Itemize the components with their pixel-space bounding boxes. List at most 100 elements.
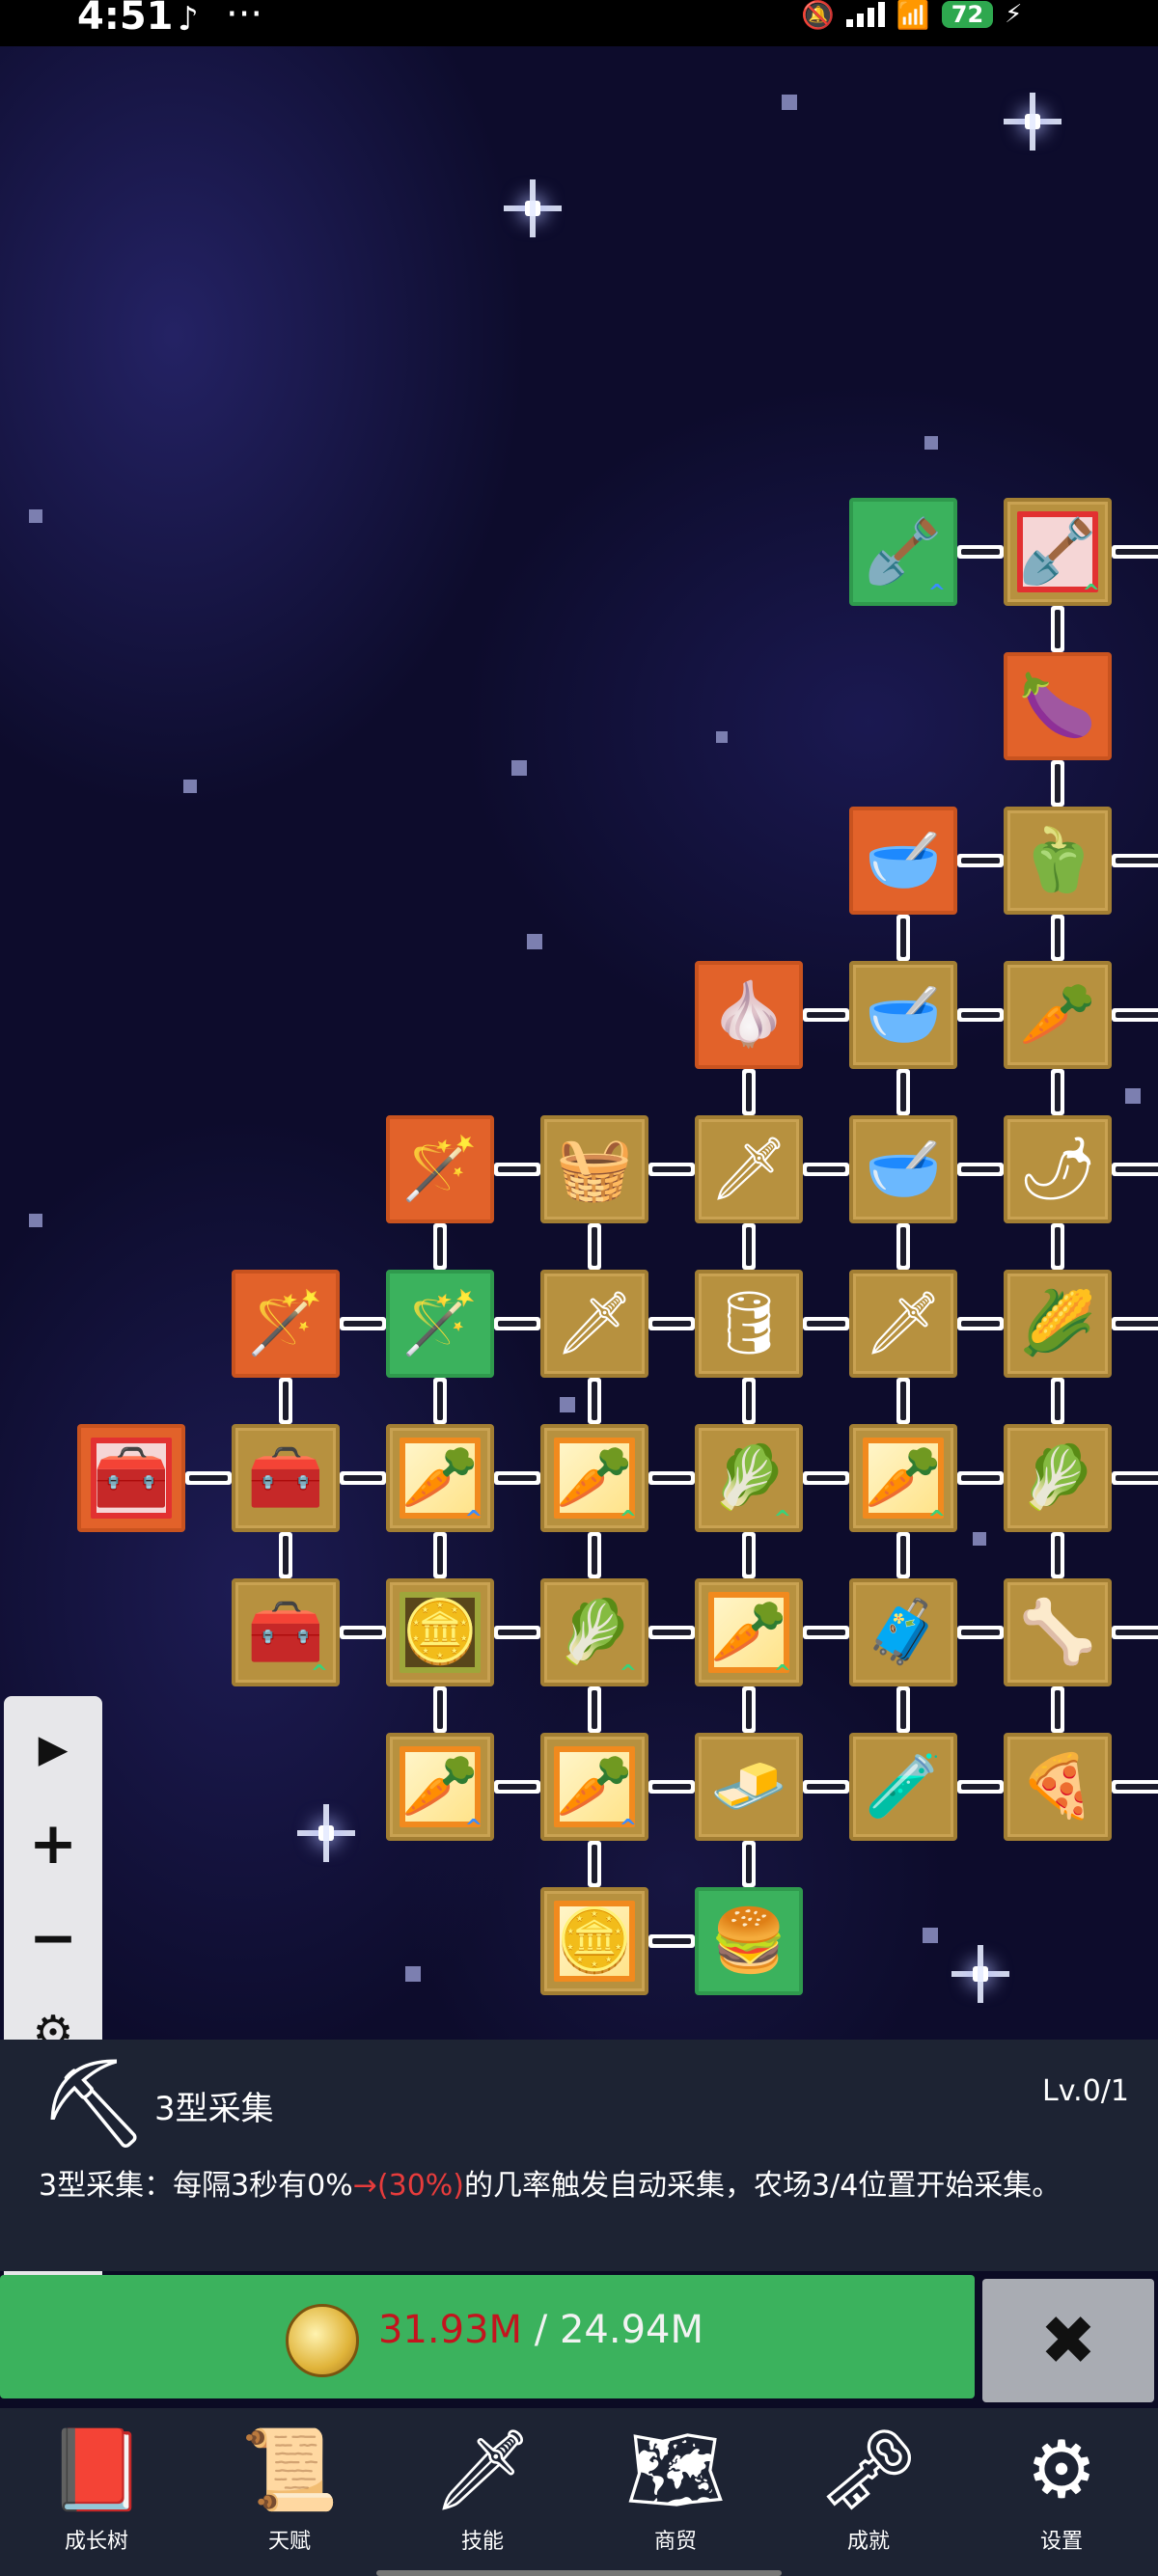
skill-node[interactable]: 🛢 <box>695 1270 803 1378</box>
cabbage-icon: 🥬 <box>556 1597 633 1668</box>
skill-node[interactable]: 🪙 <box>386 1578 494 1686</box>
skill-node[interactable]: 🪄 <box>386 1115 494 1223</box>
skill-node[interactable]: 🌽 <box>1004 1270 1112 1378</box>
skill-node[interactable]: 🥣 <box>849 1115 957 1223</box>
status-icons: 🔕 📶 72 ⚡ <box>801 0 1023 31</box>
connector <box>494 1471 540 1485</box>
connector <box>957 545 1004 559</box>
coin-icon: 🪙 <box>401 1597 479 1668</box>
skill-node[interactable]: 🍕 <box>1004 1733 1112 1841</box>
skill-node[interactable]: 🗡 <box>695 1115 803 1223</box>
skill-description: 3型采集：每隔3秒有0%→(30%)的几率触发自动采集，农场3/4位置开始采集。 <box>39 2161 1061 2204</box>
pizza-icon: 🍕 <box>1019 1751 1096 1822</box>
star <box>560 1397 575 1412</box>
skill-node[interactable]: 🪄 <box>386 1270 494 1378</box>
skill-node[interactable]: 🥣 <box>849 961 957 1069</box>
skill-node[interactable]: 🥕 ^ <box>695 1578 803 1686</box>
skill-node[interactable]: 🥬 ^ <box>695 1424 803 1532</box>
skill-tree-canvas[interactable]: 🪏 ^ 🪏 ^ 🍆 🥣 🫑 🧄 🥣 🥕 🪄 🧺 🗡 🥣 🌶 🪄 🪄 🗡 🛢 🗡 🌽 🧰 🧰 🥕 ^ 🥕 ^ 🥬 ^ 🥕 ^ 🥬 🧰 ^ 🪙 🥬 ^ 🥕 ^ 🧳… <box>0 46 1158 2040</box>
skill-node[interactable]: 🥕 ^ <box>540 1733 648 1841</box>
upgrade-button[interactable]: 31.93M / 24.94M <box>0 2275 975 2398</box>
nav-skills[interactable]: 🗡 技能 <box>396 2418 569 2572</box>
skill-node[interactable]: 🧪 <box>849 1733 957 1841</box>
skill-node[interactable]: 🥣 <box>849 807 957 915</box>
connector <box>279 1378 292 1424</box>
skill-node[interactable]: 🥕 ^ <box>386 1424 494 1532</box>
skill-node[interactable]: 🧰 <box>77 1424 185 1532</box>
skill-node[interactable]: 🍔 <box>695 1887 803 1995</box>
skill-node[interactable]: 🗡 <box>849 1270 957 1378</box>
carrot-icon: 🥕 <box>865 1442 942 1514</box>
star <box>29 509 42 523</box>
connector <box>1112 1471 1158 1485</box>
star <box>29 1214 42 1227</box>
skill-node[interactable]: 🥬 ^ <box>540 1578 648 1686</box>
skill-node[interactable]: 🌶 <box>1004 1115 1112 1223</box>
star <box>511 760 527 776</box>
connector <box>957 1317 1004 1330</box>
skill-node[interactable]: 🪏 ^ <box>1004 498 1112 606</box>
connector <box>1112 854 1158 867</box>
nav-settings[interactable]: ⚙ 设置 <box>975 2418 1148 2572</box>
connector <box>803 1471 849 1485</box>
close-panel-button[interactable]: ✖ <box>982 2279 1154 2402</box>
skill-node[interactable]: 🫑 <box>1004 807 1112 915</box>
bowl-icon: 🥣 <box>865 825 942 896</box>
star <box>527 934 542 949</box>
chili-icon: 🌶 <box>1018 1134 1097 1205</box>
parsnip-icon: 🦴 <box>1019 1597 1096 1668</box>
skill-node[interactable]: 🦴 <box>1004 1578 1112 1686</box>
skill-node[interactable]: 🧄 <box>695 961 803 1069</box>
skill-node[interactable]: 🧳 <box>849 1578 957 1686</box>
skill-node[interactable]: 🥕 <box>1004 961 1112 1069</box>
status-bar: 4:51 ♪ ··· 🔕 📶 72 ⚡ <box>0 0 1158 46</box>
nav-label: 设置 <box>1039 2530 1083 2554</box>
chest-icon: 🧰 <box>247 1597 324 1668</box>
nav-talent[interactable]: 📜 天赋 <box>203 2418 376 2572</box>
upgrade-arrow-icon: ^ <box>464 1816 482 1840</box>
nav-growth-tree[interactable]: 📕 成长树 <box>10 2418 183 2572</box>
skill-node[interactable]: 🥕 ^ <box>540 1424 648 1532</box>
zoom-out-button[interactable]: − <box>4 1895 102 1982</box>
skill-node[interactable]: 🥕 ^ <box>386 1733 494 1841</box>
play-button[interactable]: ▶ <box>4 1706 102 1793</box>
connector <box>957 1780 1004 1794</box>
connector <box>433 1223 447 1270</box>
skill-node[interactable]: 🪏 ^ <box>849 498 957 606</box>
skill-node[interactable]: 🗡 <box>540 1270 648 1378</box>
skill-node[interactable]: 🧰 ^ <box>232 1578 340 1686</box>
skill-node[interactable]: 🧈 <box>695 1733 803 1841</box>
zoom-in-button[interactable]: + <box>4 1800 102 1887</box>
star <box>183 780 197 793</box>
skill-node[interactable]: 🪄 <box>232 1270 340 1378</box>
upgrade-arrow-icon: ^ <box>927 581 946 605</box>
skill-node[interactable]: 🍆 <box>1004 652 1112 760</box>
pickaxe-icon: ⛏ <box>39 2053 150 2154</box>
charging-icon: ⚡ <box>1005 0 1023 29</box>
skill-node[interactable]: 🥬 <box>1004 1424 1112 1532</box>
connector <box>896 1686 910 1733</box>
connector <box>1051 1069 1064 1115</box>
connector <box>1051 915 1064 961</box>
required-coins: 24.94M <box>559 2308 703 2352</box>
nav-label: 天赋 <box>267 2530 311 2554</box>
star <box>923 1928 938 1943</box>
connector <box>1112 1163 1158 1176</box>
skill-node[interactable]: 🥕 ^ <box>849 1424 957 1532</box>
staff-icon: 🪄 <box>401 1288 479 1359</box>
skill-level: Lv.0/1 <box>1042 2074 1129 2108</box>
skill-node[interactable]: 🪙 <box>540 1887 648 1995</box>
sparkle <box>951 1945 1009 2003</box>
connector <box>1112 1008 1158 1022</box>
skill-node[interactable]: 🧺 <box>540 1115 648 1223</box>
connector <box>742 1069 756 1115</box>
connector <box>494 1163 540 1176</box>
connector <box>648 1317 695 1330</box>
gold-bar-icon: 🧈 <box>710 1751 787 1822</box>
connector <box>648 1780 695 1794</box>
nav-trade[interactable]: 🗺 商贸 <box>589 2418 762 2572</box>
skill-node[interactable]: 🧰 <box>232 1424 340 1532</box>
book-icon: 📕 <box>46 2425 147 2516</box>
connector <box>1051 1686 1064 1733</box>
nav-achievements[interactable]: 🗝 成就 <box>782 2418 955 2572</box>
